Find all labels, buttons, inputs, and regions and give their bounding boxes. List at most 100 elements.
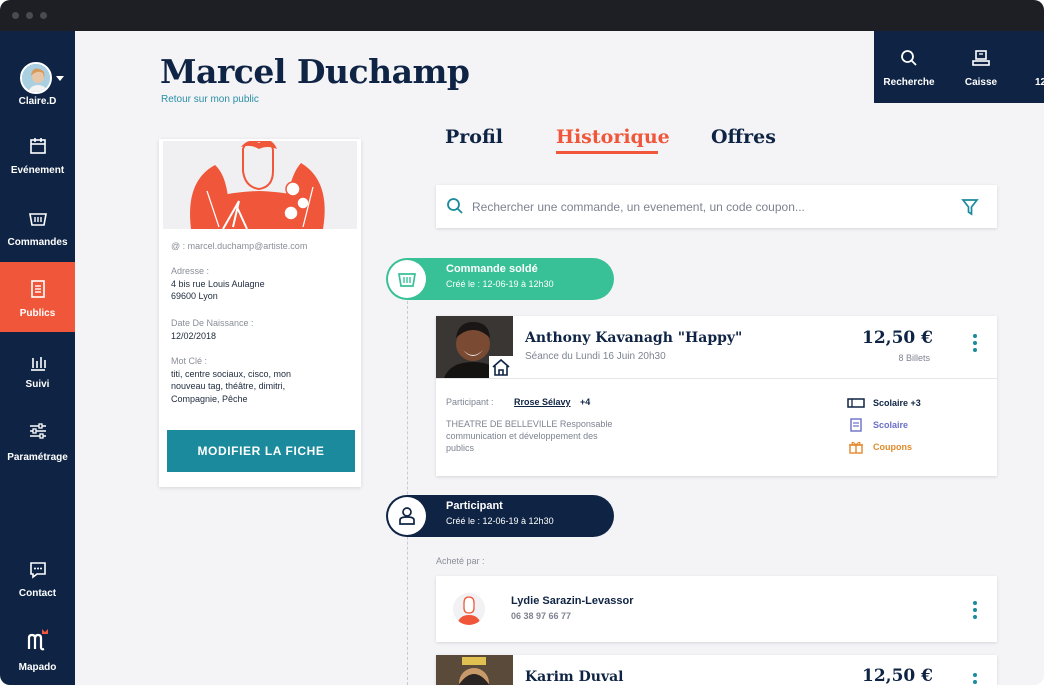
sidebar-item-suivi[interactable]: Suivi xyxy=(0,340,75,410)
history-search[interactable]: Rechercher une commande, un evenement, u… xyxy=(436,185,997,228)
event-title[interactable]: Anthony Kavanagh "Happy" xyxy=(525,330,742,346)
venue-line: communication et développement des xyxy=(446,431,598,441)
keywords-line: Compagnie, Pêche xyxy=(171,393,248,404)
more-options-icon[interactable] xyxy=(969,334,981,354)
tag-label: Scolaire xyxy=(873,420,909,430)
venue-line: THEATRE DE BELLEVILLE Responsable xyxy=(446,419,613,429)
birthdate-value: 12/02/2018 xyxy=(171,330,217,341)
event-thumbnail xyxy=(436,655,513,685)
sidebar-item-label: Publics xyxy=(19,308,56,319)
more-actions-button[interactable]: 12 xyxy=(1018,31,1044,103)
user-icon xyxy=(399,507,415,525)
search-icon xyxy=(447,198,463,214)
address-line: 4 bis rue Louis Aulagne xyxy=(171,278,265,289)
gift-icon xyxy=(849,441,863,454)
keywords-line: nouveau tag, théâtre, dimitri, xyxy=(171,381,286,391)
participant-name-link[interactable]: Rrose Sélavy xyxy=(514,397,571,407)
order-price: 12,50 € xyxy=(862,666,933,685)
document-icon xyxy=(850,418,862,432)
timeline-event-order-paid: Commande soldé Créé le : 12-06-19 à 12h3… xyxy=(386,258,614,300)
settings-sliders-icon xyxy=(30,423,46,439)
mapado-logo-icon xyxy=(27,629,48,651)
bought-by-label: Acheté par : xyxy=(436,556,485,566)
ticket-count: 8 Billets xyxy=(898,353,930,363)
tab-profil[interactable]: Profil xyxy=(445,126,503,148)
sidebar-item-mapado[interactable]: Mapado xyxy=(0,621,75,685)
contact-card-icon xyxy=(31,280,45,298)
search-button-label: Recherche xyxy=(883,77,935,88)
sidebar-item-commandes[interactable]: Commandes xyxy=(0,194,75,264)
cash-register-button[interactable]: Caisse xyxy=(946,31,1016,103)
sidebar-item-label: Mapado xyxy=(18,662,57,673)
window-minimize-dot[interactable] xyxy=(26,12,33,19)
basket-icon xyxy=(397,273,417,287)
search-icon xyxy=(901,50,917,66)
profile-address: Adresse : 4 bis rue Louis Aulagne 69600 … xyxy=(171,265,265,303)
performer-photo-icon xyxy=(436,655,513,685)
keywords-label: Mot Clé : xyxy=(171,356,208,366)
timeline-line xyxy=(407,291,408,685)
tag-label: Scolaire +3 xyxy=(873,398,921,408)
birthdate-label: Date De Naissance : xyxy=(171,318,254,328)
profile-email: @ : marcel.duchamp@artiste.com xyxy=(171,240,307,253)
edit-profile-button[interactable]: MODIFIER LA FICHE xyxy=(167,430,355,472)
event-thumbnail xyxy=(436,316,513,378)
filter-icon[interactable] xyxy=(961,198,979,216)
avatar xyxy=(453,593,485,625)
divider xyxy=(436,378,997,379)
tag-label: Coupons xyxy=(873,442,912,452)
search-button[interactable]: Recherche xyxy=(874,31,944,103)
email-text: @ : marcel.duchamp@artiste.com xyxy=(171,241,308,251)
search-input[interactable]: Rechercher une commande, un evenement, u… xyxy=(472,200,805,214)
timeline-event-participant: Participant Créé le : 12-06-19 à 12h30 xyxy=(386,495,614,537)
window-close-dot[interactable] xyxy=(12,12,19,19)
tag-coupons[interactable]: Coupons xyxy=(849,441,912,454)
sidebar-item-contact[interactable]: Contact xyxy=(0,552,75,622)
timeline-event-date: Créé le : 12-06-19 à 12h30 xyxy=(446,279,554,289)
avatar[interactable] xyxy=(20,62,52,94)
profile-card: @ : marcel.duchamp@artiste.com Adresse :… xyxy=(159,139,361,487)
app-window: Claire.D Evénement Commandes Publics Sui… xyxy=(0,0,1044,685)
chevron-down-icon[interactable] xyxy=(56,76,64,81)
sidebar-item-parametrage[interactable]: Paramétrage xyxy=(0,411,75,481)
venue-badge xyxy=(489,356,513,378)
timeline-event-icon-wrap xyxy=(388,260,426,298)
buyer-name[interactable]: Lydie Sarazin-Levassor xyxy=(511,595,633,607)
venue-line: publics xyxy=(446,443,475,453)
participant-label: Participant : xyxy=(446,397,494,407)
address-label: Adresse : xyxy=(171,266,210,276)
user-name: Claire.D xyxy=(18,96,57,107)
sidebar-item-label: Paramétrage xyxy=(7,452,68,463)
timeline-event-title: Participant xyxy=(446,500,503,512)
top-action-bar: Recherche Caisse 12 xyxy=(874,31,1044,103)
sidebar-item-evenement[interactable]: Evénement xyxy=(0,123,75,193)
timeline-event-icon-wrap xyxy=(388,497,426,535)
sidebar: Claire.D Evénement Commandes Publics Sui… xyxy=(0,31,75,685)
venue-description: THEATRE DE BELLEVILLE Responsable commun… xyxy=(446,418,646,454)
event-session: Séance du Lundi 16 Juin 20h30 xyxy=(525,351,666,362)
keywords-line: titi, centre sociaux, cisco, mon xyxy=(171,368,292,379)
more-options-icon[interactable] xyxy=(969,601,981,621)
main-content: Marcel Duchamp Retour sur mon public Rec… xyxy=(75,31,1044,685)
back-link[interactable]: Retour sur mon public xyxy=(161,94,259,105)
chat-icon xyxy=(30,562,46,579)
tab-offres[interactable]: Offres xyxy=(711,126,776,148)
person-illustration-icon xyxy=(163,141,357,229)
cash-register-label: Caisse xyxy=(964,77,998,88)
more-options-icon[interactable] xyxy=(969,673,981,685)
user-avatar-icon xyxy=(22,64,50,92)
sidebar-item-label: Contact xyxy=(18,588,57,599)
order-price: 12,50 € xyxy=(862,328,933,348)
ticket-icon xyxy=(847,398,865,408)
sidebar-item-publics[interactable]: Publics xyxy=(0,262,75,332)
tag-scolaire[interactable]: Scolaire xyxy=(850,418,909,432)
basket-icon xyxy=(29,213,47,226)
window-maximize-dot[interactable] xyxy=(40,12,47,19)
tag-scolaire-plus[interactable]: Scolaire +3 xyxy=(847,398,921,408)
calendar-icon xyxy=(30,138,46,154)
event-title[interactable]: Karim Duval xyxy=(525,669,623,685)
tab-historique[interactable]: Historique xyxy=(556,126,670,148)
more-actions-label: 12 xyxy=(1035,77,1044,88)
profile-keywords: Mot Clé : titi, centre sociaux, cisco, m… xyxy=(171,355,291,405)
sidebar-item-label: Commandes xyxy=(7,237,68,248)
